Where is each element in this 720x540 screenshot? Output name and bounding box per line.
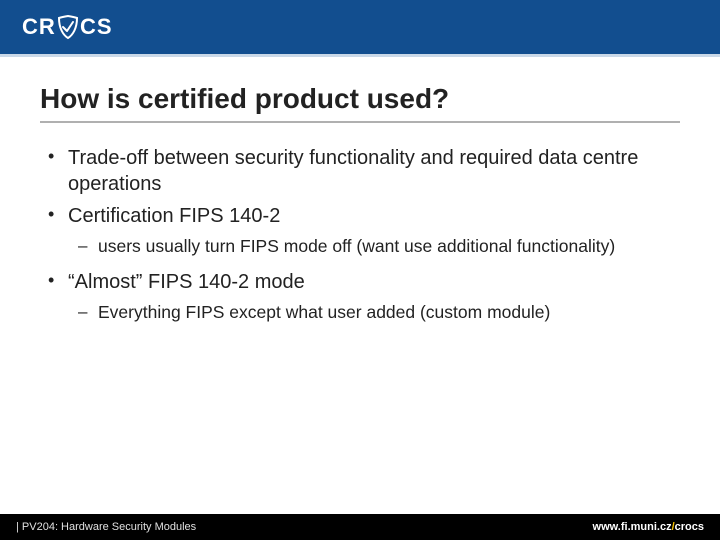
bullet-text: Certification FIPS 140-2	[68, 205, 280, 227]
slide-title: How is certified product used?	[40, 83, 680, 123]
bullet-text: Everything FIPS except what user added (…	[98, 302, 550, 322]
svg-text:CS: CS	[80, 14, 113, 39]
slide: CR CS How is certified product used? Tra…	[0, 0, 720, 540]
list-item: Certification FIPS 140-2 users usually t…	[40, 203, 680, 259]
sub-list: users usually turn FIPS mode off (want u…	[68, 235, 680, 259]
list-item: Everything FIPS except what user added (…	[68, 301, 680, 325]
brand-wordmark: CR CS	[22, 13, 132, 41]
list-item: “Almost” FIPS 140-2 mode Everything FIPS…	[40, 269, 680, 325]
bullet-text: users usually turn FIPS mode off (want u…	[98, 236, 615, 256]
list-item: Trade-off between security functionality…	[40, 145, 680, 197]
header-bar: CR CS	[0, 0, 720, 54]
footer-url: www.fi.muni.cz/crocs	[593, 521, 704, 533]
brand-logo: CR CS	[22, 13, 132, 41]
svg-text:CR: CR	[22, 14, 56, 39]
bullet-list: Trade-off between security functionality…	[40, 145, 680, 324]
list-item: users usually turn FIPS mode off (want u…	[68, 235, 680, 259]
footer-left-text: | PV204: Hardware Security Modules	[16, 521, 196, 533]
bullet-text: Trade-off between security functionality…	[68, 147, 638, 195]
slide-body: How is certified product used? Trade-off…	[0, 57, 720, 514]
sub-list: Everything FIPS except what user added (…	[68, 301, 680, 325]
footer-bar: | PV204: Hardware Security Modules www.f…	[0, 514, 720, 540]
footer-url-prefix: www.fi.muni.cz	[593, 521, 672, 533]
bullet-text: “Almost” FIPS 140-2 mode	[68, 271, 305, 293]
footer-url-suffix: crocs	[675, 521, 704, 533]
